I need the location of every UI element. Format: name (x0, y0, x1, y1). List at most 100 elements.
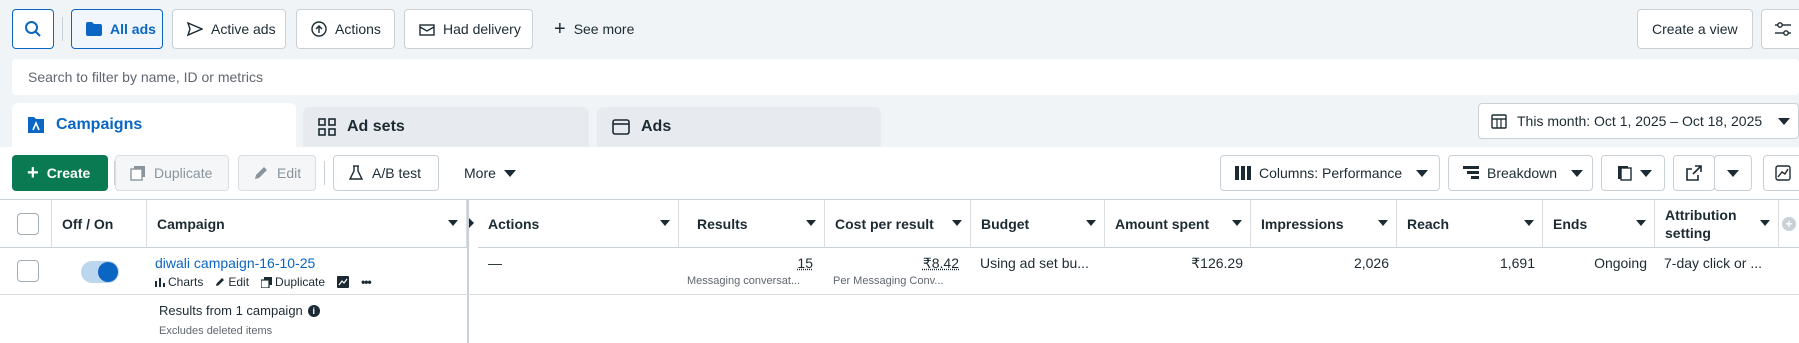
divider (324, 161, 325, 185)
filter-all-ads[interactable]: All ads (71, 9, 163, 49)
breakdown-button[interactable]: Breakdown (1448, 155, 1593, 191)
columns-button[interactable]: Columns: Performance (1220, 155, 1440, 191)
campaign-name-link[interactable]: diwali campaign-16-10-25 (155, 255, 315, 271)
header-campaign[interactable]: Campaign (147, 200, 467, 248)
header-off-on: Off / On (52, 200, 147, 248)
folder-icon (86, 22, 102, 36)
tab-ads[interactable]: Ads (597, 107, 881, 147)
summary-row: Results from 1 campaign i (159, 303, 320, 318)
compare-action[interactable] (337, 276, 349, 288)
campaign-toggle[interactable] (81, 261, 119, 283)
header-reach[interactable]: Reach (1397, 200, 1543, 248)
plus-icon: + (554, 19, 566, 39)
edit-button[interactable]: Edit (238, 155, 316, 191)
pencil-icon (215, 277, 225, 287)
chevron-down-icon (1640, 170, 1652, 177)
header-attribution[interactable]: Attribution setting (1655, 200, 1779, 248)
upload-circle-icon (311, 21, 327, 37)
sort-icon (1232, 220, 1242, 226)
impressions-cell: 2,026 (1251, 255, 1389, 271)
row-actions: Charts Edit Duplicate ••• (155, 275, 371, 289)
budget-cell: Using ad set bu... (980, 255, 1089, 271)
amount-spent-cell: ₹126.29 (1105, 255, 1243, 272)
reports-button[interactable] (1601, 155, 1665, 191)
create-button[interactable]: + Create (12, 155, 108, 191)
duplicate-icon (261, 277, 272, 288)
duplicate-icon (130, 165, 146, 181)
ab-test-button[interactable]: A/B test (333, 155, 439, 191)
header-actions[interactable]: Actions (478, 200, 679, 248)
header-impressions[interactable]: Impressions (1251, 200, 1397, 248)
grid-icon (317, 117, 337, 137)
search-button[interactable] (12, 9, 54, 49)
toolbar: + Create Duplicate Edit A/B test More Co… (0, 147, 1799, 199)
header-results[interactable]: Results (679, 200, 825, 248)
report-icon (1616, 165, 1632, 181)
envelope-icon (419, 22, 435, 36)
filter-had-delivery[interactable]: Had delivery (404, 9, 533, 49)
sliders-icon (1774, 21, 1792, 37)
row-divider (0, 294, 1799, 295)
chevron-down-icon (1571, 170, 1583, 177)
export-button[interactable] (1673, 155, 1715, 191)
reach-cell: 1,691 (1397, 255, 1535, 271)
column-scroll-marker (469, 218, 474, 228)
columns-icon (1235, 166, 1251, 180)
sort-icon (448, 220, 458, 226)
duplicate-button[interactable]: Duplicate (115, 155, 229, 191)
date-range-picker[interactable]: This month: Oct 1, 2025 – Oct 18, 2025 (1478, 103, 1799, 139)
flask-icon (348, 165, 364, 181)
more-button[interactable]: More (450, 155, 530, 191)
header-budget[interactable]: Budget (971, 200, 1105, 248)
header-select-all (0, 200, 52, 248)
export-dropdown-button[interactable] (1714, 155, 1752, 191)
info-icon[interactable]: i (308, 305, 320, 317)
calendar-icon (1491, 113, 1507, 129)
toggle-knob (98, 262, 118, 282)
summary-note: Excludes deleted items (159, 325, 272, 337)
sort-icon (1378, 220, 1388, 226)
row-checkbox[interactable] (17, 260, 39, 282)
edit-action[interactable]: Edit (215, 275, 249, 289)
external-link-icon (1686, 165, 1702, 181)
breakdown-icon (1463, 166, 1479, 180)
filter-actions[interactable]: Actions (296, 9, 395, 49)
charts-action[interactable]: Charts (155, 275, 203, 289)
plus-icon: + (27, 163, 39, 183)
sort-icon (660, 220, 670, 226)
filter-active-ads[interactable]: Active ads (172, 9, 286, 49)
add-column-icon: + (1782, 217, 1796, 231)
cost-per-result-type: Per Messaging Conv... (833, 275, 943, 287)
chevron-down-icon (504, 170, 516, 177)
header-ends[interactable]: Ends (1543, 200, 1655, 248)
divider (62, 17, 63, 41)
tab-ad-sets[interactable]: Ad sets (303, 107, 589, 147)
view-settings-button[interactable] (1761, 9, 1799, 49)
sort-icon (1636, 220, 1646, 226)
sort-icon (1086, 220, 1096, 226)
tab-campaigns[interactable]: Campaigns (12, 103, 296, 147)
chevron-down-icon (1778, 118, 1790, 125)
line-chart-icon (1775, 165, 1791, 181)
campaigns-icon (26, 115, 46, 135)
search-input[interactable]: Search to filter by name, ID or metrics (12, 59, 1799, 95)
duplicate-action[interactable]: Duplicate (261, 275, 325, 289)
create-view-button[interactable]: Create a view (1637, 9, 1753, 49)
chevron-down-icon (1416, 170, 1428, 177)
ad-window-icon (611, 117, 631, 137)
header-add-column[interactable]: + (1779, 200, 1799, 248)
send-icon (187, 21, 203, 37)
charts-toggle-button[interactable] (1763, 155, 1799, 191)
search-icon (24, 20, 42, 38)
pencil-icon (253, 165, 269, 181)
results-value: 15 (679, 255, 813, 271)
sort-icon (1760, 220, 1770, 226)
header-cost-per-result[interactable]: Cost per result (825, 200, 971, 248)
results-type: Messaging conversat... (687, 275, 800, 287)
cost-per-result-value: ₹8.42 (825, 255, 959, 272)
more-actions-icon[interactable]: ••• (361, 275, 371, 289)
select-all-checkbox[interactable] (17, 213, 39, 235)
chevron-down-icon (1727, 170, 1739, 177)
see-more-button[interactable]: + See more (540, 9, 648, 49)
header-amount-spent[interactable]: Amount spent (1105, 200, 1251, 248)
